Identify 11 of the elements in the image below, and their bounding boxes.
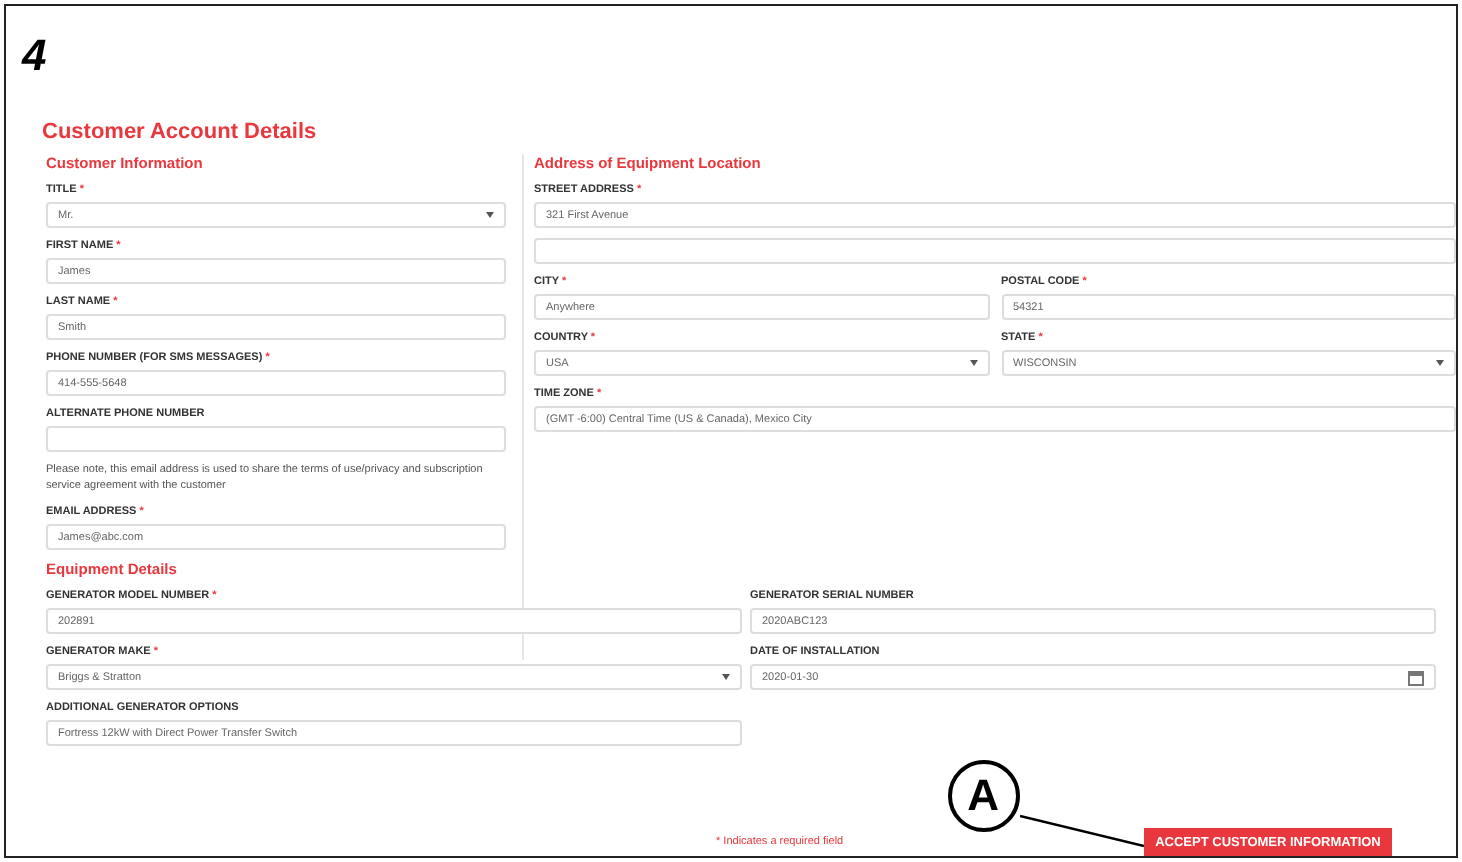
callout-label: A bbox=[947, 760, 1020, 832]
caret-icon bbox=[486, 212, 494, 218]
input-field[interactable] bbox=[46, 426, 506, 452]
caret-icon bbox=[969, 360, 977, 366]
caret-icon bbox=[722, 674, 730, 680]
page-title: Customer Account Details bbox=[42, 118, 319, 146]
calendar-icon[interactable] bbox=[1408, 669, 1424, 685]
input-field[interactable] bbox=[534, 238, 1456, 264]
caret-icon bbox=[1436, 360, 1444, 366]
step-number: 4 bbox=[22, 30, 49, 82]
leader-line bbox=[1019, 814, 1144, 848]
